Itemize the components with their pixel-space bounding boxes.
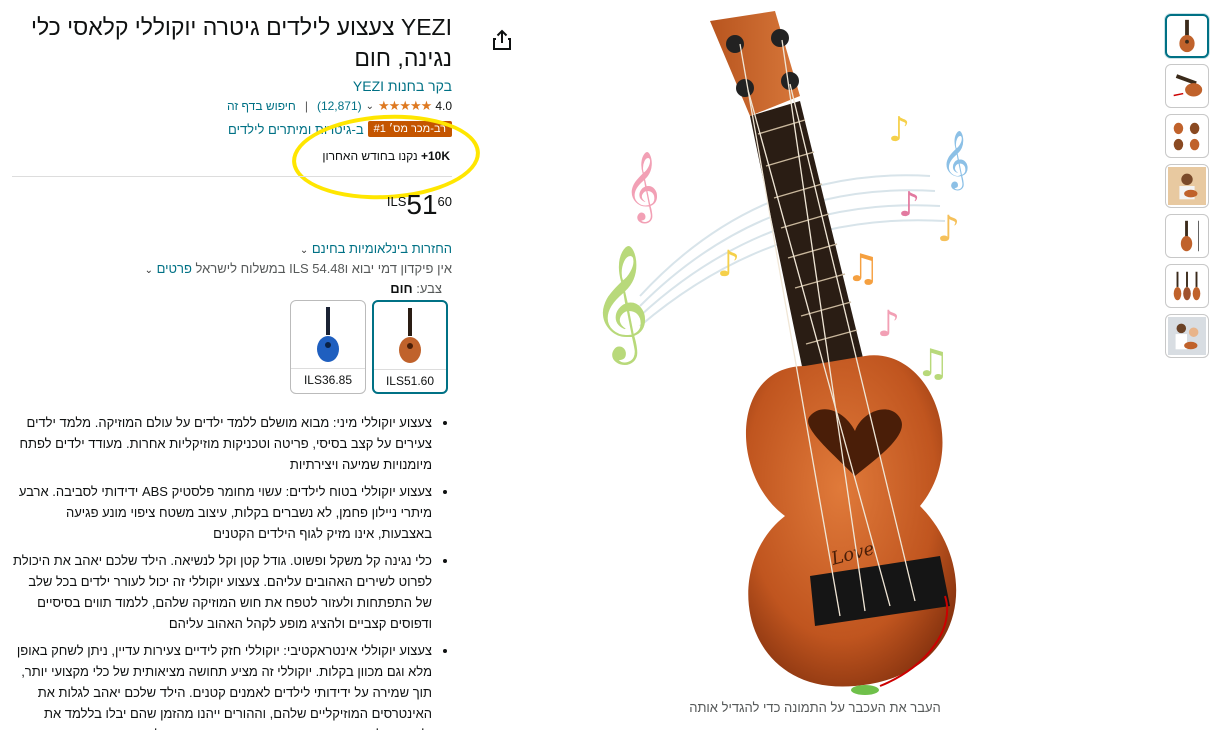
product-title: YEZI צעצוע לילדים גיטרה יוקוללי קלאסי כל… (30, 14, 452, 71)
free-returns-link[interactable]: החזרות בינלאומיות בחינם ⌄ (12, 241, 452, 256)
search-page-link[interactable]: חיפוש בדף זה (227, 99, 296, 113)
thumbnail-4[interactable] (1165, 164, 1209, 208)
svg-text:♪: ♪ (717, 244, 740, 285)
list-item: צעצוע יוקוללי אינטראקטיבי: יוקוללי חזק ל… (12, 640, 432, 730)
swatch-price: ILS36.85 (303, 373, 353, 387)
shipping-details-link[interactable]: פרטים (157, 261, 192, 276)
rating-row: 4.0 ★★★★★ ⌄ (12,871) | חיפוש בדף זה (12, 98, 452, 114)
child-playing-icon (1168, 167, 1206, 205)
shipping-text: אין פיקדון דמי יבוא ו‎ILS 54.48‎ במשלוח … (195, 261, 453, 276)
swatch-image (291, 301, 365, 369)
image-zoom-caption: העבר את העכבר על התמונה כדי להגדיל אותה (689, 700, 941, 715)
family-playing-icon (1168, 317, 1206, 355)
star-rating-icon[interactable]: ★★★★★ (378, 98, 432, 114)
thumbnail-3[interactable] (1165, 114, 1209, 158)
ukulele-dimensions-icon (1180, 220, 1199, 252)
svg-text:♫: ♫ (916, 341, 950, 385)
thumbnail-2[interactable] (1165, 64, 1209, 108)
brand-store-link[interactable]: בקר בחנות YEZI (12, 78, 452, 94)
ukulele-blue-icon (317, 306, 339, 362)
thumbnail-5[interactable] (1165, 214, 1209, 258)
thumbnail-7[interactable] (1165, 314, 1209, 358)
shipping-info: אין פיקדון דמי יבוא ו‎ILS 54.48‎ במשלוח … (12, 261, 452, 276)
divider (12, 176, 452, 177)
feature-bullets: צעצוע יוקוללי מיני: מבוא מושלם ללמד ילדי… (12, 412, 452, 730)
svg-text:♫: ♫ (846, 246, 880, 290)
svg-text:𝄞: 𝄞 (600, 243, 650, 365)
ukulele-grid-icon (1173, 122, 1200, 151)
price-fraction: 60 (437, 194, 452, 209)
separator: | (304, 99, 308, 113)
list-item: צעצוע יוקוללי מיני: מבוא מושלם ללמד ילדי… (12, 412, 432, 475)
chevron-down-icon: ⌄ (299, 245, 309, 256)
color-label: צבע: חום (12, 281, 442, 296)
ukulele-thumb-icon (1179, 19, 1195, 53)
svg-text:♪: ♪ (877, 304, 900, 345)
ukulele-sizes-icon (1173, 271, 1201, 301)
svg-text:𝄞: 𝄞 (625, 151, 660, 223)
review-count-link[interactable]: (12,871) (317, 99, 362, 113)
color-label-prefix: צבע: (412, 281, 442, 296)
svg-text:♪: ♪ (937, 209, 960, 250)
price-whole: 51 (406, 189, 438, 220)
thumbnail-strip (1163, 14, 1209, 364)
price: ILS5160 (380, 190, 452, 226)
list-item: כלי נגינה קל משקל ופשוט. גודל קטן וקל לנ… (12, 550, 432, 634)
rating-value: 4.0 (435, 99, 452, 113)
thumbnail-1[interactable] (1165, 14, 1209, 58)
svg-text:𝄞: 𝄞 (940, 130, 970, 191)
color-value: חום (390, 281, 413, 296)
color-swatch-brown[interactable]: ILS51.60 (372, 300, 448, 394)
ukulele-brown-icon (399, 307, 421, 363)
share-icon[interactable] (488, 28, 514, 54)
chevron-down-icon[interactable]: ⌄ (366, 101, 374, 112)
price-currency: ILS (386, 194, 407, 209)
ukulele-thumb-icon (1173, 74, 1203, 97)
color-swatch-blue[interactable]: ILS36.85 (290, 300, 366, 394)
list-item: צעצוע יוקוללי בטוח לילדים: עשוי מחומר פל… (12, 481, 432, 544)
svg-text:♪: ♪ (888, 110, 910, 150)
ukulele-image: 𝄞 𝄞 𝄞 ♪ ♪ ♪ ♫ ♪ ♪ ♫ Love (591, 11, 970, 695)
swatch-image (374, 302, 446, 370)
svg-text:♪: ♪ (898, 185, 920, 225)
main-product-image[interactable]: 𝄞 𝄞 𝄞 ♪ ♪ ♪ ♫ ♪ ♪ ♫ Love (591, 6, 1050, 696)
free-returns-label: החזרות בינלאומיות בחינם (311, 241, 452, 256)
chevron-down-icon[interactable]: ⌄ (145, 265, 153, 276)
thumbnail-6[interactable] (1165, 264, 1209, 308)
swatch-price: ILS51.60 (385, 374, 435, 388)
